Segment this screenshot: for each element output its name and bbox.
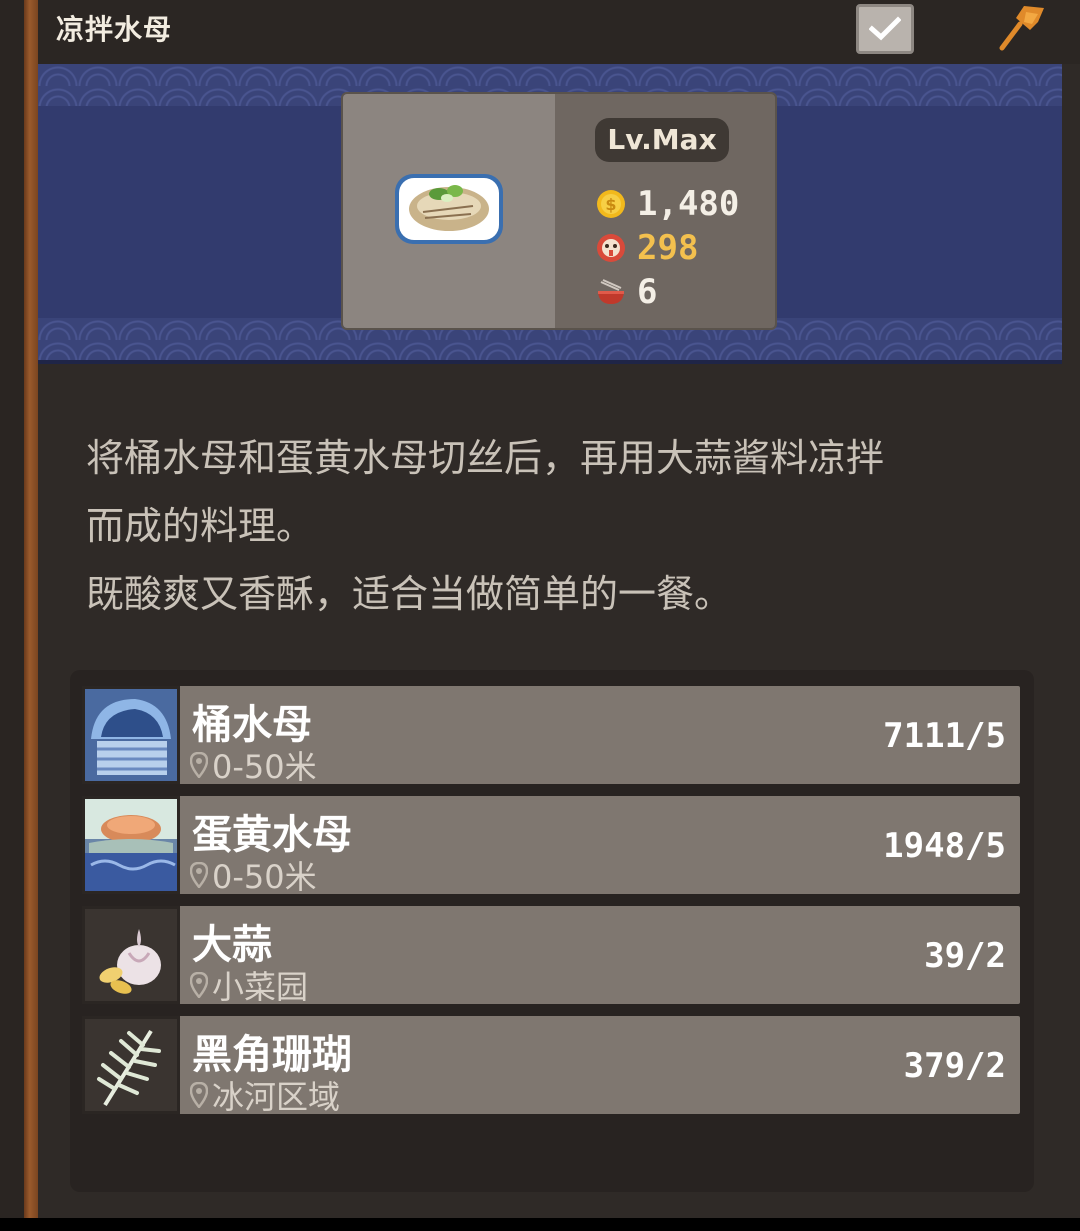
taste-value: 298 (637, 228, 699, 268)
dish-plate-icon (395, 174, 503, 244)
coin-value: 1,480 (637, 184, 740, 224)
header-bar: 凉拌水母 (38, 0, 1080, 64)
ingredient-location: 冰河区域 (190, 1072, 340, 1118)
ingredient-location-text: 冰河区域 (212, 1078, 341, 1116)
barrel-jellyfish-icon (85, 689, 177, 781)
recipe-panel: 凉拌水母 Lv.Max $ 1,480 298 6 将桶水母和蛋黄水母切丝后，再… (0, 0, 1080, 1218)
dish-card: Lv.Max $ 1,480 298 6 (343, 94, 775, 328)
location-pin-icon (190, 752, 208, 778)
ingredient-location-text: 0-50米 (212, 858, 317, 896)
recipe-title: 凉拌水母 (56, 13, 173, 46)
check-button[interactable] (856, 4, 914, 54)
recipe-description: 将桶水母和蛋黄水母切丝后，再用大蒜酱料凉拌 而成的料理。 既酸爽又香酥，适合当做… (86, 424, 1016, 628)
egg-yolk-jellyfish-icon (85, 799, 177, 891)
bowl-value: 6 (637, 272, 658, 312)
ingredient-location-text: 0-50米 (212, 748, 317, 786)
pin-icon (999, 6, 1044, 51)
pin-button[interactable] (994, 2, 1054, 58)
ingredient-thumb (82, 906, 180, 1004)
ingredient-thumb (82, 796, 180, 894)
ingredient-location: 0-50米 (190, 852, 317, 898)
check-icon (869, 16, 901, 41)
black-coral-icon (85, 1019, 177, 1111)
coin-stat: $ 1,480 (595, 184, 739, 224)
description-line-3: 既酸爽又香酥，适合当做简单的一餐。 (86, 572, 733, 616)
ingredient-info: 大蒜 小菜园 39/2 (180, 906, 1020, 1006)
ingredient-location-text: 小菜园 (212, 968, 309, 1006)
left-rail (0, 0, 24, 1218)
dish-banner: Lv.Max $ 1,480 298 6 (38, 64, 1062, 364)
location-pin-icon (190, 862, 208, 888)
taste-icon (597, 234, 625, 262)
level-badge: Lv.Max (595, 118, 729, 162)
svg-text:$: $ (605, 195, 616, 214)
ingredient-row[interactable]: 桶水母 0-50米 7111/5 (82, 686, 1020, 786)
location-pin-icon (190, 1082, 208, 1108)
ingredient-thumb (82, 686, 180, 784)
ingredient-row[interactable]: 大蒜 小菜园 39/2 (82, 906, 1020, 1006)
bowl-icon (598, 279, 624, 304)
ingredient-row[interactable]: 蛋黄水母 0-50米 1948/5 (82, 796, 1020, 896)
ingredient-count: 1948/5 (883, 826, 1006, 866)
bowl-stat: 6 (595, 272, 657, 312)
left-wood-stripe (24, 0, 38, 1218)
ingredient-count: 7111/5 (883, 716, 1006, 756)
ingredient-location: 0-50米 (190, 742, 317, 788)
garlic-icon (85, 909, 177, 1001)
dish-stats: Lv.Max $ 1,480 298 6 (555, 94, 775, 328)
taste-stat: 298 (595, 228, 698, 268)
coin-icon: $ (597, 190, 625, 218)
ingredient-thumb (82, 1016, 180, 1114)
ingredient-count: 379/2 (903, 1046, 1006, 1086)
description-line-1: 将桶水母和蛋黄水母切丝后，再用大蒜酱料凉拌 (86, 436, 885, 480)
ingredient-list: 桶水母 0-50米 7111/5 蛋黄水母 0-50米 1948/5 大蒜 小菜… (70, 670, 1034, 1192)
ingredient-info: 蛋黄水母 0-50米 1948/5 (180, 796, 1020, 896)
description-line-2: 而成的料理。 (86, 504, 315, 548)
ingredient-info: 黑角珊瑚 冰河区域 379/2 (180, 1016, 1020, 1116)
ingredient-info: 桶水母 0-50米 7111/5 (180, 686, 1020, 786)
ingredient-count: 39/2 (924, 936, 1006, 976)
ingredient-row[interactable]: 黑角珊瑚 冰河区域 379/2 (82, 1016, 1020, 1116)
dish-image (343, 94, 555, 328)
ingredient-location: 小菜园 (190, 962, 308, 1008)
location-pin-icon (190, 972, 208, 998)
